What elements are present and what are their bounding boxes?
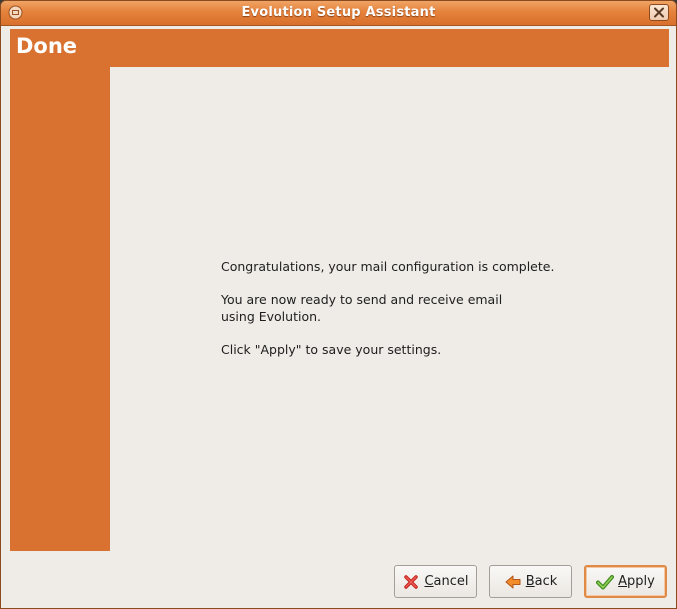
apply-button[interactable]: Apply xyxy=(584,565,667,598)
ready-text: You are now ready to send and receive em… xyxy=(221,292,503,324)
congratulations-text: Congratulations, your mail configuration… xyxy=(221,259,555,274)
close-button[interactable] xyxy=(649,4,669,21)
setup-assistant-window: Evolution Setup Assistant Done Congratul… xyxy=(0,0,677,609)
apply-hint-text: Click "Apply" to save your settings. xyxy=(221,342,442,357)
checkmark-icon xyxy=(596,574,615,589)
window-title: Evolution Setup Assistant xyxy=(241,5,436,20)
content-area: Congratulations, your mail configuration… xyxy=(221,258,621,374)
title-bar[interactable]: Evolution Setup Assistant xyxy=(1,1,676,26)
cancel-button[interactable]: Cancel xyxy=(394,565,477,598)
back-button[interactable]: Back xyxy=(489,565,572,598)
cancel-x-icon xyxy=(404,574,419,589)
back-arrow-icon xyxy=(505,575,521,588)
page-title: Done xyxy=(16,34,78,58)
cancel-button-label: Cancel xyxy=(424,574,469,589)
close-icon xyxy=(654,7,664,18)
page-header: Done xyxy=(10,29,669,67)
apply-button-label: Apply xyxy=(618,574,655,589)
sidebar-decoration xyxy=(10,67,110,551)
back-button-label: Back xyxy=(525,574,558,589)
